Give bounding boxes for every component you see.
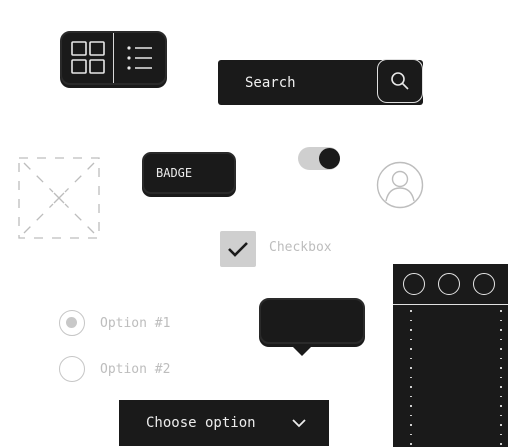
tooltip (259, 298, 365, 344)
dropdown-select[interactable]: Choose option (119, 400, 329, 446)
search-button[interactable] (377, 59, 423, 103)
window-guide-line (500, 310, 502, 447)
checkmark-icon (228, 242, 248, 257)
toggle-knob (319, 148, 340, 169)
window-guide-line (410, 310, 412, 447)
radio-option-2[interactable] (59, 356, 85, 382)
window-button[interactable] (403, 273, 425, 295)
radio-option-2-label: Option #2 (100, 362, 171, 377)
window-button[interactable] (473, 273, 495, 295)
badge: BADGE (142, 152, 236, 194)
search-icon (391, 72, 409, 90)
checkbox[interactable] (220, 231, 256, 267)
view-toggle (60, 31, 167, 85)
image-placeholder-icon (18, 157, 100, 239)
grid-view-button[interactable] (62, 33, 113, 83)
radio-option-1-label: Option #1 (100, 316, 171, 331)
tooltip-tail (290, 344, 314, 356)
grid-icon (70, 41, 105, 74)
badge-label: BADGE (156, 166, 193, 180)
search-bar (218, 59, 423, 105)
window-button[interactable] (438, 273, 460, 295)
radio-option-1[interactable] (59, 310, 85, 336)
checkbox-label: Checkbox (269, 240, 332, 255)
search-input[interactable] (218, 60, 378, 105)
chevron-down-icon (292, 419, 306, 428)
radio-selected-dot (66, 317, 77, 328)
list-view-button[interactable] (113, 33, 165, 83)
user-icon (376, 161, 424, 209)
dropdown-value: Choose option (146, 415, 256, 431)
browser-window (393, 264, 508, 447)
toggle-switch[interactable] (298, 147, 340, 170)
window-title-bar (393, 264, 508, 305)
list-icon (126, 46, 152, 70)
